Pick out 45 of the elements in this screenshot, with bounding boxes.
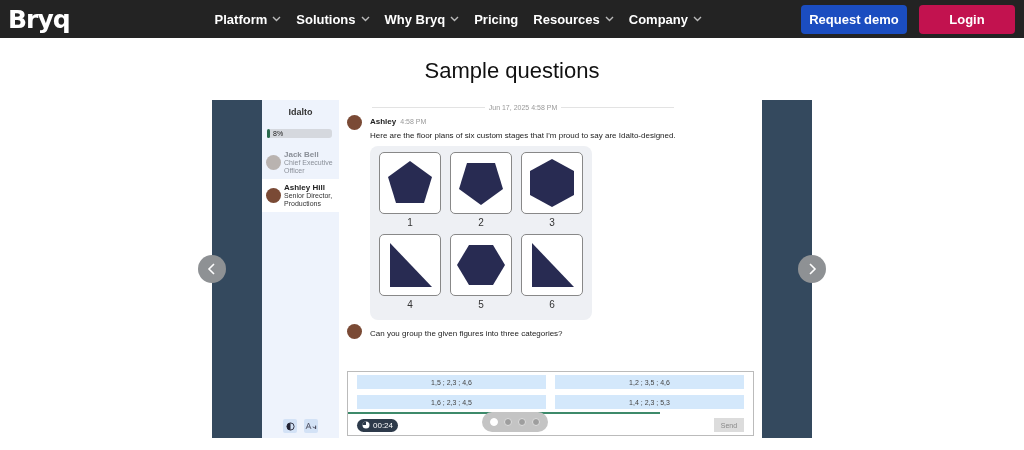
carousel-dot[interactable] — [518, 418, 526, 426]
hexagon-shape — [530, 159, 574, 207]
chevron-left-icon — [207, 263, 217, 275]
message-text: Here are the floor plans of six custom stages that I'm proud to say are Idalto-designed. — [370, 131, 676, 140]
figure-number: 6 — [548, 299, 556, 310]
figure-number: 3 — [548, 217, 556, 228]
font-size-button[interactable] — [304, 419, 318, 433]
nav-menu-item[interactable]: Pricing — [474, 11, 519, 27]
login-button[interactable]: Login — [919, 4, 1015, 34]
section-heading: Sample questions — [423, 58, 601, 84]
nav-menu-item[interactable]: Why Bryq — [384, 11, 460, 27]
avatar-icon — [347, 324, 362, 339]
chevron-right-icon — [807, 263, 817, 275]
figure-number: 5 — [477, 299, 485, 310]
contrast-icon — [285, 421, 295, 431]
pentagon-shape — [459, 163, 503, 205]
contact-name: Ashley Hill — [284, 183, 326, 193]
triangle-shape — [390, 243, 432, 287]
request-demo-button[interactable]: Request demo — [801, 4, 907, 34]
previous-slide-button[interactable] — [198, 255, 226, 283]
avatar-icon — [266, 188, 281, 204]
nav-menu-item[interactable]: Resources — [533, 11, 614, 27]
avatar-icon — [266, 155, 281, 171]
hexagon-shape — [457, 245, 505, 285]
font-size-icon — [305, 422, 317, 430]
logo[interactable]: Bryq — [8, 4, 70, 34]
figure-number: 1 — [406, 217, 414, 228]
carousel-dot[interactable] — [504, 418, 512, 426]
timer-badge: 00:24 — [357, 418, 399, 432]
company-name: Idalto — [287, 107, 314, 117]
next-slide-button[interactable] — [798, 255, 826, 283]
figure-number: 2 — [477, 217, 485, 228]
pentagon-shape — [388, 161, 432, 203]
nav-menu-item[interactable]: Platform — [214, 11, 282, 27]
carousel-dot[interactable] — [532, 418, 540, 426]
triangle-shape — [532, 243, 574, 287]
contrast-button[interactable] — [283, 419, 297, 433]
contact-name: Jack Bell — [284, 150, 320, 159]
sender-name: Ashley — [370, 117, 397, 126]
avatar-icon — [347, 115, 362, 130]
question-text: Can you group the given figures into three categories? — [370, 329, 563, 338]
figure-number: 4 — [406, 299, 414, 310]
nav-menu-item[interactable]: Solutions — [296, 11, 370, 27]
nav-menu-item[interactable]: Company — [628, 11, 702, 27]
clock-icon — [362, 421, 370, 429]
